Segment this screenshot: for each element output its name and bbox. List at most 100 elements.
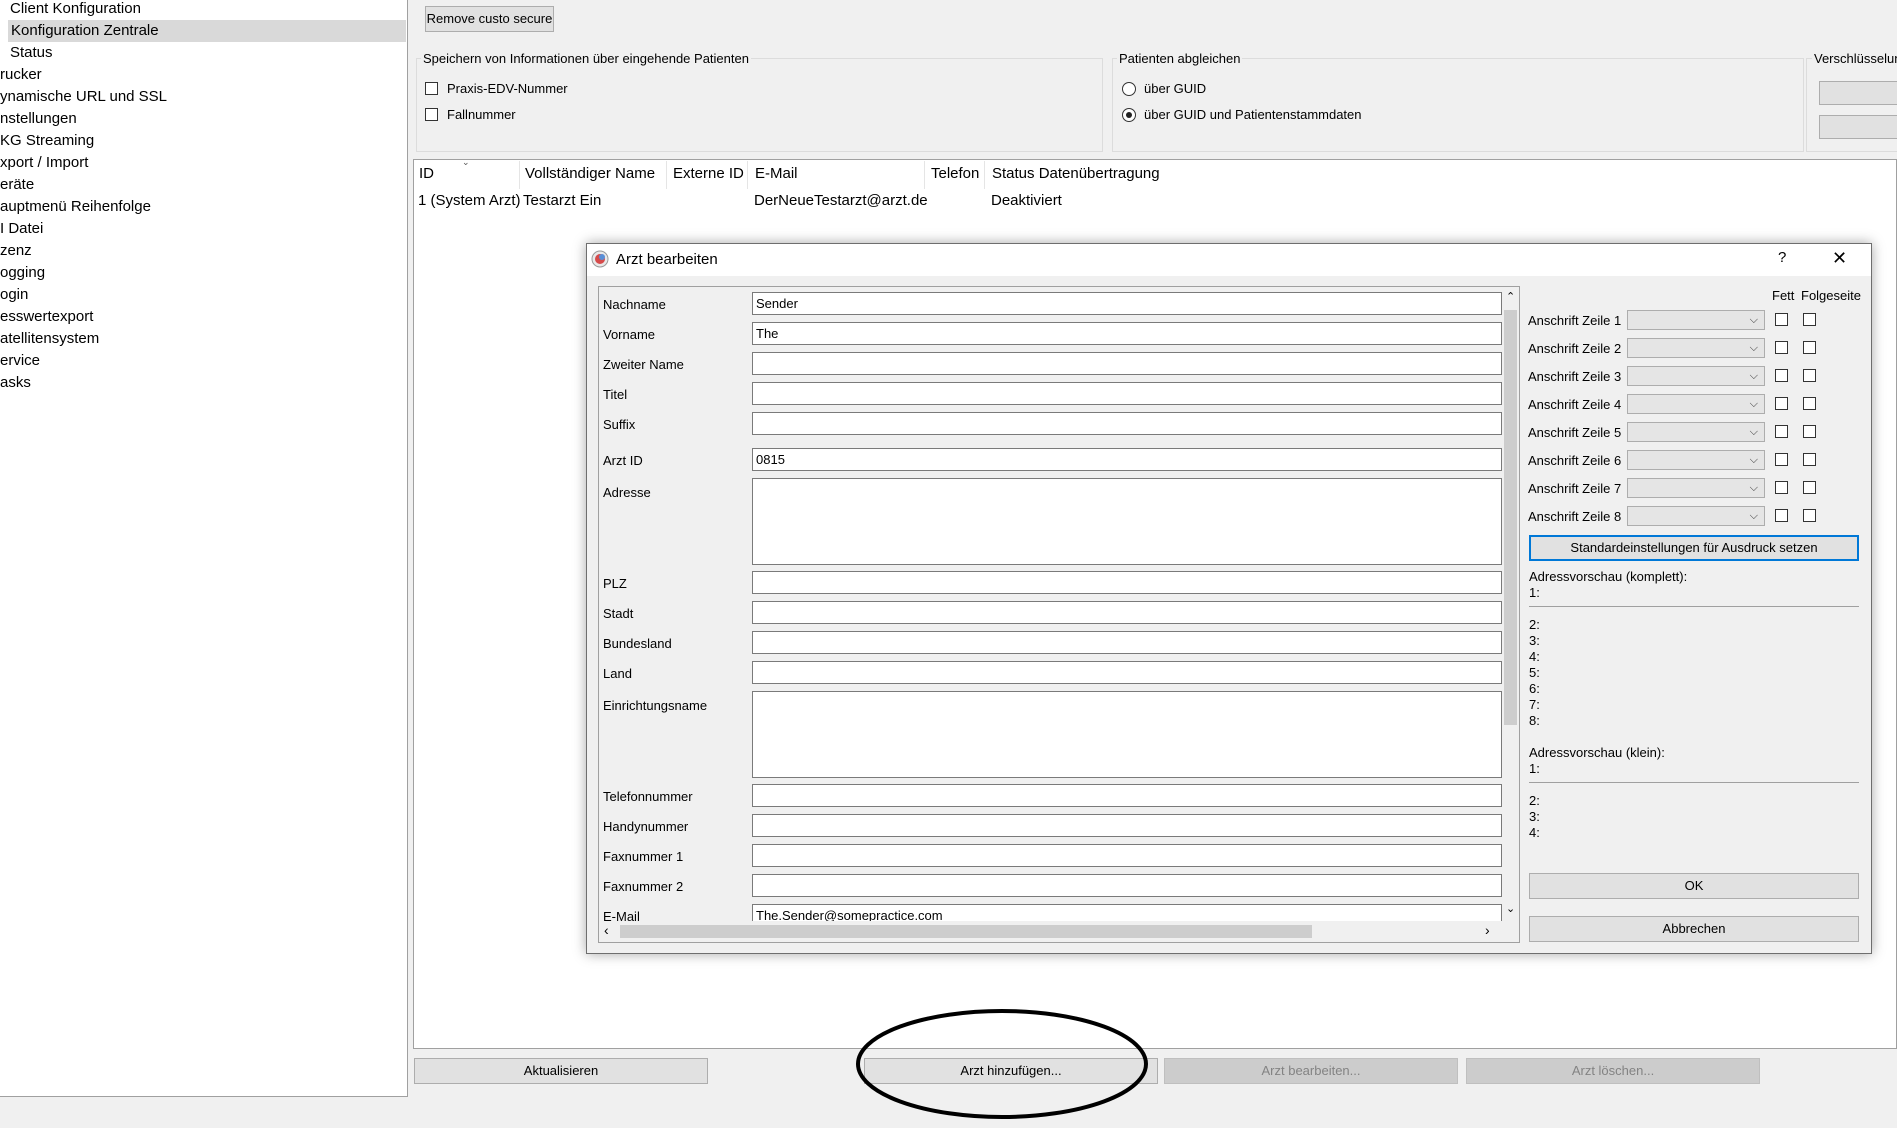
anschrift-zeile-7-folgeseite-checkbox[interactable] — [1803, 481, 1816, 494]
praxis-edv-nummer-checkbox[interactable] — [425, 82, 438, 95]
chevron-down-icon: ⌵ — [1749, 482, 1758, 494]
tree-item-tasks[interactable]: asks — [0, 372, 31, 394]
tree-item-ekg-streaming[interactable]: KG Streaming — [0, 130, 94, 152]
scroll-down-icon[interactable]: ⌄ — [1506, 902, 1515, 915]
dialog-title: Arzt bearbeiten — [616, 251, 718, 268]
anschrift-zeile-5-folgeseite-checkbox[interactable] — [1803, 425, 1816, 438]
tree-item-drucker[interactable]: rucker — [0, 64, 42, 86]
suffix-input[interactable] — [752, 412, 1502, 435]
zweiter-name-input[interactable] — [752, 352, 1502, 375]
tree-item-einstellungen[interactable]: nstellungen — [0, 108, 77, 130]
anschrift-zeile-6-fett-checkbox[interactable] — [1775, 453, 1788, 466]
table-row-email[interactable]: DerNeueTestarzt@arzt.de — [754, 192, 928, 209]
horizontal-scroll-thumb[interactable] — [620, 925, 1312, 938]
anschrift-zeile-4-combo[interactable]: ⌵ — [1627, 394, 1765, 414]
table-row-name[interactable]: Testarzt Ein — [523, 192, 601, 209]
email-input[interactable]: The.Sender@somepractice.com — [752, 904, 1502, 921]
anschrift-zeile-5-fett-checkbox[interactable] — [1775, 425, 1788, 438]
tree-item-satellitensystem[interactable]: atellitensystem — [0, 328, 99, 350]
titel-input[interactable] — [752, 382, 1502, 405]
tree-item-service[interactable]: ervice — [0, 350, 40, 372]
anschrift-zeile-3-fett-checkbox[interactable] — [1775, 369, 1788, 382]
tree-item-dynamische-url[interactable]: ynamische URL und SSL — [0, 86, 167, 108]
encryption-button-1[interactable] — [1819, 81, 1897, 105]
edit-doctor-button[interactable]: Arzt bearbeiten... — [1164, 1058, 1458, 1084]
defaults-print-button[interactable]: Standardeinstellungen für Ausdruck setze… — [1529, 535, 1859, 561]
tree-item-lizenz[interactable]: zenz — [0, 240, 32, 262]
remove-custo-secure-button[interactable]: Remove custo secure — [425, 6, 554, 32]
app-logo-icon — [591, 250, 609, 268]
praxis-edv-nummer-label: Praxis-EDV-Nummer — [447, 81, 568, 96]
faxnummer-1-input[interactable] — [752, 844, 1502, 867]
col-header-external-id[interactable]: Externe ID — [673, 165, 744, 182]
table-row-id[interactable]: 1 (System Arzt) — [418, 192, 521, 209]
stadt-input[interactable] — [752, 601, 1502, 624]
help-icon[interactable]: ? — [1778, 249, 1786, 266]
tree-item-konfiguration-zentrale[interactable]: Konfiguration Zentrale — [8, 20, 406, 42]
preview-full-line-5: 5: — [1529, 665, 1540, 680]
anschrift-zeile-7-combo[interactable]: ⌵ — [1627, 478, 1765, 498]
match-guid-radio[interactable] — [1122, 82, 1136, 96]
scroll-right-icon[interactable]: › — [1485, 922, 1490, 938]
bundesland-input[interactable] — [752, 631, 1502, 654]
tree-item-messwertexport[interactable]: esswertexport — [0, 306, 93, 328]
match-guid-stammdaten-radio[interactable] — [1122, 108, 1136, 122]
chevron-down-icon: ⌵ — [1749, 342, 1758, 354]
plz-input[interactable] — [752, 571, 1502, 594]
tree-item-ini-datei[interactable]: I Datei — [0, 218, 43, 240]
encryption-button-2[interactable] — [1819, 115, 1897, 139]
adresse-textarea[interactable] — [752, 478, 1502, 565]
anschrift-zeile-8-fett-checkbox[interactable] — [1775, 509, 1788, 522]
anschrift-zeile-1-fett-checkbox[interactable] — [1775, 313, 1788, 326]
anschrift-zeile-4-folgeseite-checkbox[interactable] — [1803, 397, 1816, 410]
close-icon[interactable]: ✕ — [1832, 248, 1847, 269]
anschrift-zeile-1-folgeseite-checkbox[interactable] — [1803, 313, 1816, 326]
vorname-input[interactable]: The — [752, 322, 1502, 345]
fallnummer-checkbox[interactable] — [425, 108, 438, 121]
anschrift-zeile-3-folgeseite-checkbox[interactable] — [1803, 369, 1816, 382]
fett-column-label: Fett — [1772, 288, 1795, 303]
delete-doctor-button[interactable]: Arzt löschen... — [1466, 1058, 1760, 1084]
nachname-input[interactable]: Sender — [752, 292, 1502, 315]
scroll-left-icon[interactable]: ‹ — [604, 922, 609, 938]
tree-item-client-konfiguration[interactable]: Client Konfiguration — [10, 0, 141, 20]
anschrift-zeile-5-combo[interactable]: ⌵ — [1627, 422, 1765, 442]
col-header-full-name[interactable]: Vollständiger Name — [525, 165, 655, 182]
anschrift-zeile-6-combo[interactable]: ⌵ — [1627, 450, 1765, 470]
col-header-email[interactable]: E-Mail — [755, 165, 798, 182]
telefonnummer-input[interactable] — [752, 784, 1502, 807]
tree-item-export-import[interactable]: xport / Import — [0, 152, 88, 174]
anschrift-zeile-2-fett-checkbox[interactable] — [1775, 341, 1788, 354]
einrichtungsname-textarea[interactable] — [752, 691, 1502, 778]
anschrift-zeile-8-combo[interactable]: ⌵ — [1627, 506, 1765, 526]
anschrift-zeile-1-combo[interactable]: ⌵ — [1627, 310, 1765, 330]
faxnummer-2-input[interactable] — [752, 874, 1502, 897]
col-header-telefon[interactable]: Telefon — [931, 165, 979, 182]
anschrift-zeile-8-folgeseite-checkbox[interactable] — [1803, 509, 1816, 522]
col-header-id[interactable]: ID — [419, 165, 434, 182]
tree-item-login[interactable]: ogin — [0, 284, 28, 306]
preview-small-title: Adressvorschau (klein): — [1529, 745, 1665, 760]
anschrift-zeile-7-label: Anschrift Zeile 7 — [1528, 481, 1622, 496]
scroll-up-icon[interactable]: ⌃ — [1506, 290, 1515, 303]
tree-item-logging[interactable]: ogging — [0, 262, 45, 284]
handynummer-input[interactable] — [752, 814, 1502, 837]
refresh-button[interactable]: Aktualisieren — [414, 1058, 708, 1084]
preview-small-line-4: 4: — [1529, 825, 1540, 840]
tree-item-geraete[interactable]: eräte — [0, 174, 34, 196]
anschrift-zeile-3-combo[interactable]: ⌵ — [1627, 366, 1765, 386]
table-row-status[interactable]: Deaktiviert — [991, 192, 1062, 209]
anschrift-zeile-2-folgeseite-checkbox[interactable] — [1803, 341, 1816, 354]
anschrift-zeile-6-folgeseite-checkbox[interactable] — [1803, 453, 1816, 466]
land-input[interactable] — [752, 661, 1502, 684]
arzt-id-input[interactable]: 0815 — [752, 448, 1502, 471]
cancel-button[interactable]: Abbrechen — [1529, 916, 1859, 942]
col-header-status[interactable]: Status Datenübertragung — [992, 165, 1160, 182]
tree-item-status[interactable]: Status — [10, 42, 53, 64]
vertical-scroll-thumb[interactable] — [1504, 310, 1517, 725]
anschrift-zeile-7-fett-checkbox[interactable] — [1775, 481, 1788, 494]
tree-item-hauptmenue-reihenfolge[interactable]: auptmenü Reihenfolge — [0, 196, 151, 218]
anschrift-zeile-2-combo[interactable]: ⌵ — [1627, 338, 1765, 358]
anschrift-zeile-4-fett-checkbox[interactable] — [1775, 397, 1788, 410]
ok-button[interactable]: OK — [1529, 873, 1859, 899]
